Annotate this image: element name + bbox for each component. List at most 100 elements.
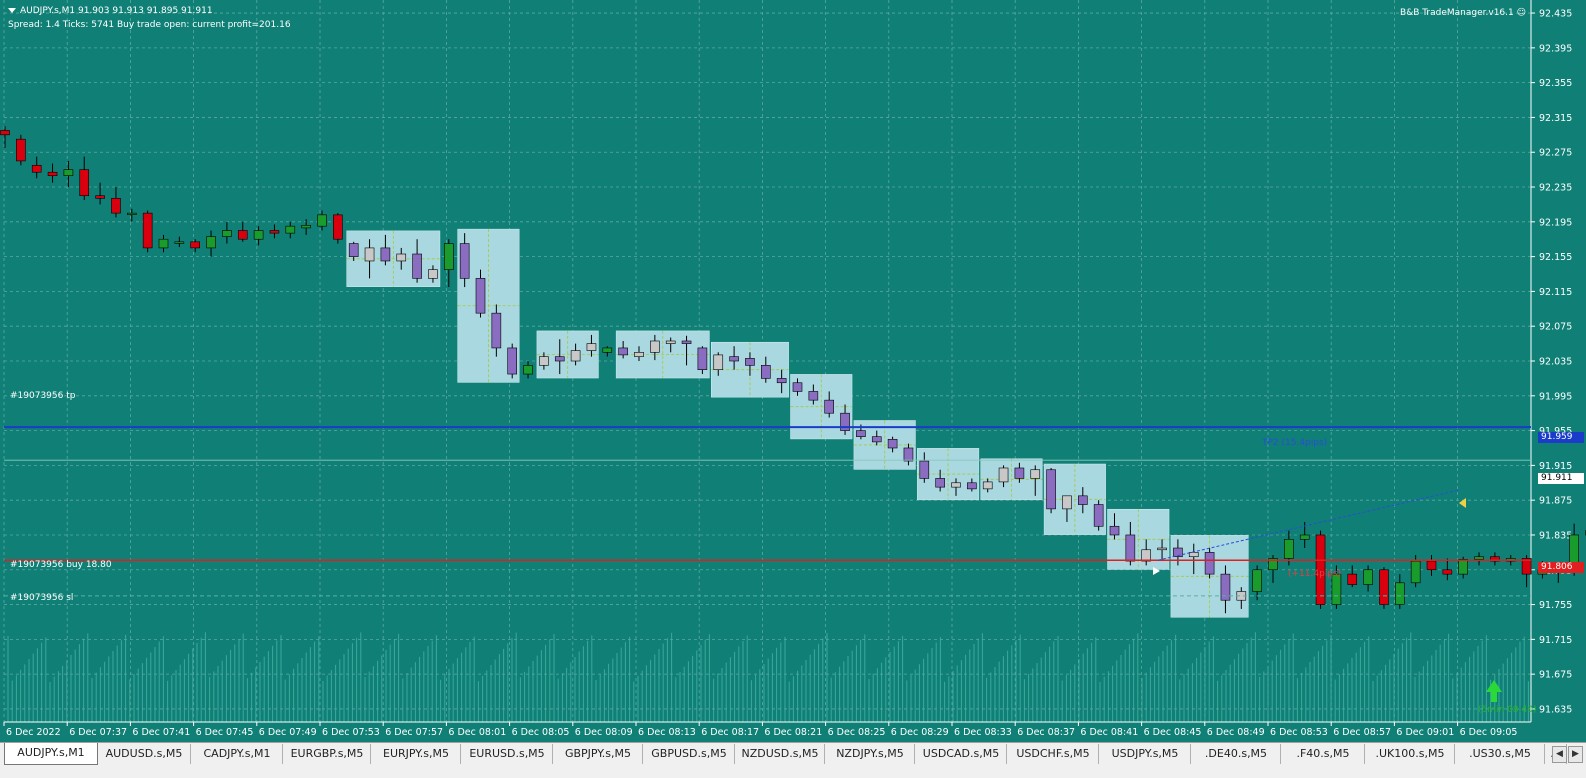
candle-body	[745, 358, 754, 365]
chart-tab[interactable]: USDCHF.s,M5	[1008, 744, 1099, 764]
candle-body	[635, 352, 644, 356]
time-label: 6 Dec 08:29	[891, 727, 949, 738]
time-label: 6 Dec 2022	[6, 727, 61, 738]
candle-body	[1284, 539, 1293, 558]
chart-tab[interactable]: GBPUSD.s,M5	[644, 744, 735, 764]
price-chart[interactable]: 92.43592.39592.35592.31592.27592.23592.1…	[0, 0, 1586, 742]
candle-body	[302, 225, 311, 228]
candle-body	[603, 348, 612, 352]
chart-area[interactable]: 92.43592.39592.35592.31592.27592.23592.1…	[0, 0, 1586, 742]
buy-label: #19073956 buy 18.80	[10, 560, 112, 570]
time-label: 6 Dec 08:57	[1333, 727, 1391, 738]
time-label: 6 Dec 08:53	[1270, 727, 1328, 738]
tab-scroll-left-icon[interactable]: ◀	[1552, 746, 1567, 763]
chart-tab[interactable]: EURJPY.s,M5	[372, 744, 461, 764]
chart-tab[interactable]: GBPJPY.s,M5	[554, 744, 643, 764]
chart-tab[interactable]: AUDJPY.s,M1	[4, 743, 98, 765]
candle-body	[1427, 561, 1436, 570]
time-label: 6 Dec 09:01	[1396, 727, 1454, 738]
chart-tab[interactable]: EURUSD.s,M5	[462, 744, 553, 764]
time-label: 6 Dec 08:17	[701, 727, 759, 738]
candle-body	[349, 244, 358, 257]
price-label: 92.195	[1539, 217, 1572, 228]
chart-tab[interactable]: AUDUSD.s,M5	[98, 744, 191, 764]
chart-tab[interactable]: USDJPY.s,M5	[1100, 744, 1191, 764]
buy-signal-arrow-icon	[1486, 680, 1502, 702]
smiley-icon: ☺	[1517, 8, 1526, 18]
candle-body	[999, 468, 1008, 482]
entry-tag: (+11.4pips)	[1288, 569, 1341, 579]
price-label: 92.275	[1539, 148, 1572, 159]
candle-body	[1047, 470, 1056, 509]
chart-tab[interactable]: NZDJPY.s,M5	[826, 744, 915, 764]
time-label: 6 Dec 08:45	[1144, 727, 1202, 738]
candle-body	[793, 383, 802, 392]
price-label: 91.755	[1539, 600, 1572, 611]
candle-body	[96, 196, 105, 199]
price-label: 92.155	[1539, 252, 1572, 263]
time-label: 6 Dec 07:57	[385, 727, 443, 738]
time-label: 6 Dec 07:49	[259, 727, 317, 738]
price-label: 91.995	[1539, 391, 1572, 402]
chart-tab[interactable]: .US30.s,M5	[1456, 744, 1545, 764]
candle-body	[1205, 552, 1214, 574]
chart-tab[interactable]: CADJPY.s,M1	[192, 744, 283, 764]
candle-body	[64, 170, 73, 176]
chart-tab[interactable]: USDCAD.s,M5	[916, 744, 1007, 764]
candle-body	[492, 313, 501, 348]
time-label: 6 Dec 09:05	[1460, 727, 1518, 738]
time-label: 6 Dec 08:13	[638, 727, 696, 738]
candle-body	[1078, 496, 1087, 505]
candle-body	[856, 431, 865, 437]
candle-body	[143, 213, 152, 248]
chart-tab[interactable]: .F40.s,M5	[1282, 744, 1365, 764]
candle-body	[1364, 570, 1373, 585]
candle-body	[904, 448, 913, 461]
time-label: 6 Dec 08:37	[1017, 727, 1075, 738]
candle-body	[1062, 496, 1071, 509]
candle-body	[381, 248, 390, 261]
time-label: 6 Dec 08:01	[448, 727, 506, 738]
candle-body	[730, 357, 739, 361]
chart-tab[interactable]: NZDUSD.s,M5	[736, 744, 825, 764]
timer-label: (5min 08:40)	[1478, 705, 1537, 715]
candle-body	[207, 237, 216, 248]
tp-label: #19073956 tp	[10, 391, 75, 401]
candle-body	[888, 439, 897, 448]
time-label: 6 Dec 07:53	[322, 727, 380, 738]
price-label: 91.915	[1539, 461, 1572, 472]
candle-body	[1443, 570, 1452, 574]
chart-tab[interactable]: EURGBP.s,M5	[284, 744, 371, 764]
candle-body	[1475, 557, 1484, 560]
chart-tab[interactable]: .DE40.s,M5	[1192, 744, 1281, 764]
time-label: 6 Dec 08:41	[1080, 727, 1138, 738]
collapse-triangle-icon[interactable]	[8, 8, 16, 13]
chart-tab[interactable]: .UK100.s,M5	[1366, 744, 1455, 764]
candle-body	[1094, 505, 1103, 527]
candle-body	[761, 365, 770, 378]
candle-body	[428, 270, 437, 279]
tp2-label: TP2 (15.4pips)	[1262, 438, 1327, 448]
price-label: 92.035	[1539, 357, 1572, 368]
time-label: 6 Dec 08:33	[954, 727, 1012, 738]
candle-body	[1411, 561, 1420, 583]
candle-body	[1348, 574, 1357, 584]
candle-body	[476, 278, 485, 313]
price-label: 91.875	[1539, 496, 1572, 507]
candle-body	[159, 239, 168, 248]
candle-body	[1, 130, 10, 134]
candle-body	[777, 378, 786, 382]
current-price-tag: 91.911	[1538, 473, 1584, 484]
candle-body	[333, 215, 342, 239]
candle-body	[80, 170, 89, 196]
candle-body	[1110, 526, 1119, 535]
candle-body	[524, 365, 533, 374]
price-label: 92.115	[1539, 287, 1572, 298]
candle-body	[967, 483, 976, 489]
candle-body	[539, 357, 548, 366]
candle-body	[714, 355, 723, 370]
price-label: 92.075	[1539, 322, 1572, 333]
price-label: 91.715	[1539, 635, 1572, 646]
candle-body	[508, 348, 517, 374]
tab-scroll-right-icon[interactable]: ▶	[1568, 746, 1583, 763]
